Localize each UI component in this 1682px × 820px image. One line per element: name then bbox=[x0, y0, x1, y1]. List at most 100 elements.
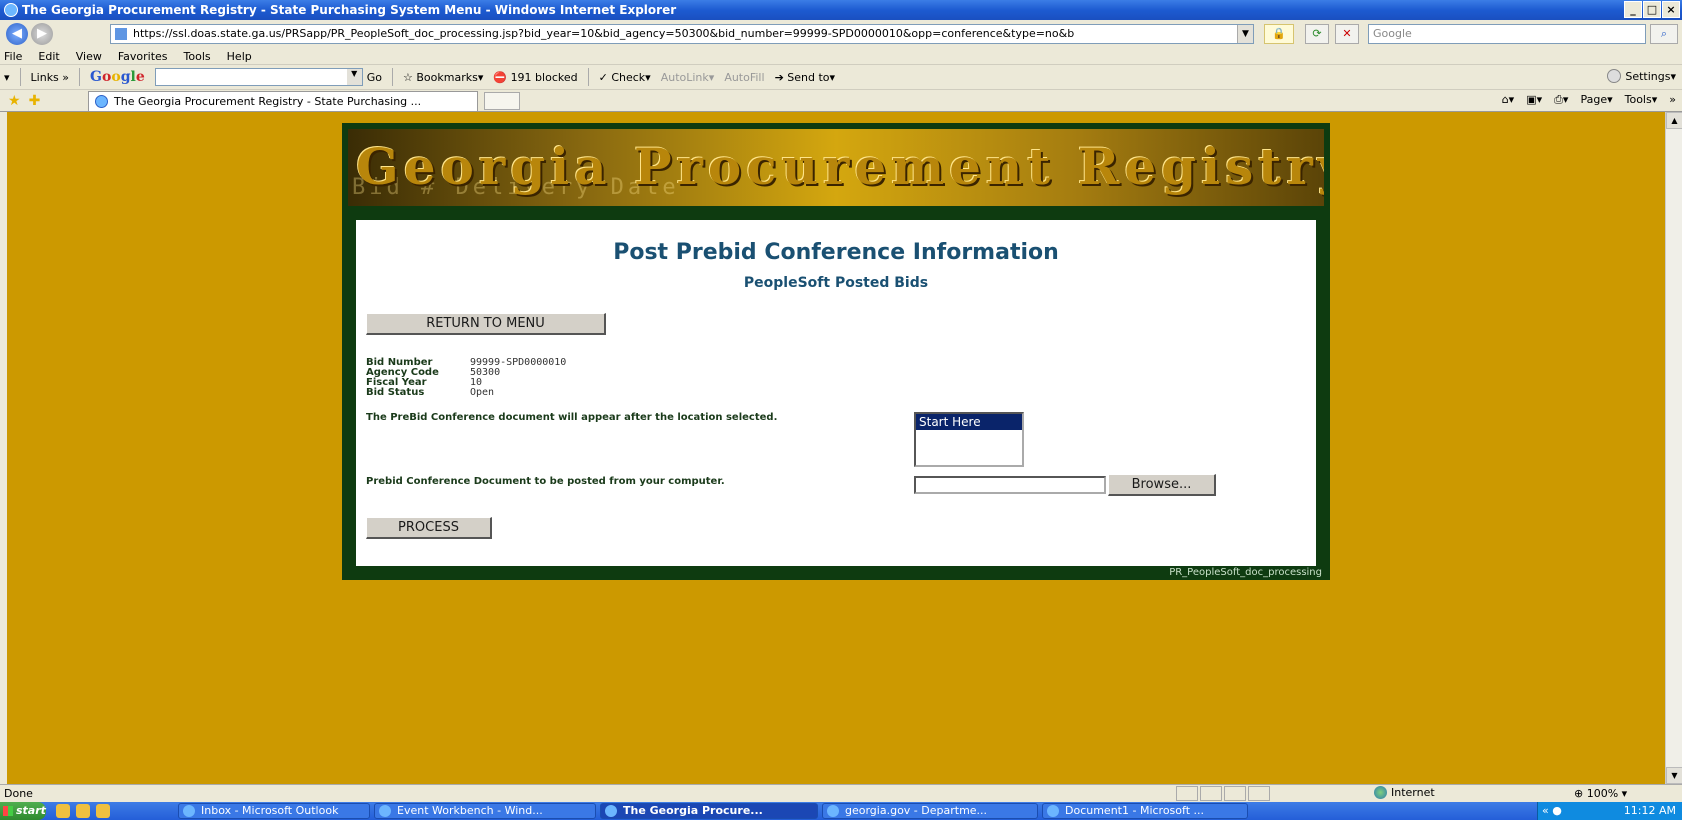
taskbar-item-outlook[interactable]: Inbox - Microsoft Outlook bbox=[178, 803, 370, 819]
page-title: Post Prebid Conference Information bbox=[613, 240, 1059, 265]
status-text: Done bbox=[4, 787, 33, 800]
close-button[interactable]: × bbox=[1662, 1, 1680, 18]
taskbar-item-georgia-procurement[interactable]: The Georgia Procure... bbox=[600, 803, 818, 819]
browser-icon[interactable] bbox=[96, 804, 110, 818]
window-title: The Georgia Procurement Registry - State… bbox=[22, 3, 677, 17]
quick-launch bbox=[56, 804, 110, 818]
process-button[interactable]: PROCESS bbox=[366, 517, 492, 539]
minimize-button[interactable]: _ bbox=[1624, 1, 1642, 18]
status-bar: Done Internet ⊕ 100% ▾ bbox=[0, 784, 1682, 802]
page-icon bbox=[115, 28, 127, 40]
forward-button[interactable]: ▶ bbox=[31, 23, 53, 45]
menu-bar: File Edit View Favorites Tools Help bbox=[0, 48, 1682, 65]
file-path-input[interactable] bbox=[914, 476, 1106, 494]
taskbar-item-event-workbench[interactable]: Event Workbench - Wind... bbox=[374, 803, 596, 819]
internet-explorer-icon bbox=[4, 3, 18, 17]
location-listbox[interactable]: Start Here bbox=[914, 412, 1024, 467]
back-button[interactable]: ◀ bbox=[6, 23, 28, 45]
address-row: ◀ ▶ https://ssl.doas.state.ga.us/PRSapp/… bbox=[0, 21, 1682, 47]
scroll-down-icon[interactable]: ▼ bbox=[1666, 767, 1682, 784]
refresh-button[interactable]: ⟳ bbox=[1305, 24, 1329, 44]
form-area: Post Prebid Conference Information Peopl… bbox=[356, 220, 1316, 566]
favorites-star-icon[interactable]: ★ bbox=[8, 93, 21, 109]
google-search-dropdown-icon[interactable]: ▼ bbox=[346, 69, 362, 85]
bid-status-row: Bid Status Open bbox=[366, 387, 495, 398]
taskbar-item-georgia-gov[interactable]: georgia.gov - Departme... bbox=[822, 803, 1038, 819]
browse-button[interactable]: Browse... bbox=[1108, 474, 1216, 496]
lock-icon[interactable]: 🔒 bbox=[1264, 24, 1294, 44]
chevron-right-icon[interactable]: » bbox=[1669, 93, 1676, 107]
window-controls: _ □ × bbox=[1624, 1, 1680, 18]
links-toolbar: ▾ Links » Google ▼ Go ☆ Bookmarks ▾ ⛔ 191… bbox=[0, 65, 1682, 90]
home-icon[interactable]: ⌂▾ bbox=[1502, 93, 1515, 107]
globe-icon bbox=[1374, 786, 1387, 799]
new-tab-button[interactable] bbox=[484, 92, 520, 110]
return-to-menu-button[interactable]: RETURN TO MENU bbox=[366, 313, 606, 335]
vertical-scrollbar[interactable]: ▲ ▼ bbox=[1665, 112, 1682, 784]
tools-menu[interactable]: Tools▾ bbox=[1625, 93, 1658, 107]
ie-task-icon bbox=[605, 805, 617, 817]
location-instruction: The PreBid Conference document will appe… bbox=[366, 412, 778, 423]
status-panes bbox=[1176, 786, 1272, 801]
taskbar-item-document1[interactable]: Document1 - Microsoft ... bbox=[1042, 803, 1248, 819]
scroll-up-icon[interactable]: ▲ bbox=[1666, 112, 1682, 129]
start-button[interactable]: start bbox=[0, 802, 46, 820]
popup-blocker-button[interactable]: ⛔ 191 blocked bbox=[493, 71, 577, 84]
autofill-button[interactable]: AutoFill bbox=[724, 71, 764, 84]
outlook-icon[interactable] bbox=[56, 804, 70, 818]
windows-taskbar: start Inbox - Microsoft Outlook Event Wo… bbox=[0, 802, 1682, 820]
search-input[interactable]: Google bbox=[1368, 24, 1646, 44]
menu-view[interactable]: View bbox=[76, 50, 102, 63]
content-panel: Post Prebid Conference Information Peopl… bbox=[342, 206, 1330, 580]
google-logo: Google bbox=[90, 69, 145, 85]
page-subtitle: PeopleSoft Posted Bids bbox=[743, 275, 929, 291]
print-icon[interactable]: ⎙▾ bbox=[1554, 93, 1568, 107]
ie-task-icon bbox=[379, 805, 391, 817]
upload-instruction: Prebid Conference Document to be posted … bbox=[366, 476, 725, 487]
zoom-level[interactable]: ⊕ 100% ▾ bbox=[1574, 787, 1627, 800]
menu-tools[interactable]: Tools bbox=[184, 50, 211, 63]
system-tray: « ● 11:12 AM bbox=[1537, 802, 1682, 820]
tab-row: ★ ✚ The Georgia Procurement Registry - S… bbox=[0, 90, 1682, 112]
ie-task-icon bbox=[827, 805, 839, 817]
registry-banner: Bid # Delivery Date Georgia Procurement … bbox=[342, 123, 1330, 206]
security-zone[interactable]: Internet bbox=[1374, 786, 1435, 799]
menu-help[interactable]: Help bbox=[227, 50, 252, 63]
command-bar: ⌂▾ ▣▾ ⎙▾ Page▾ Tools▾ » bbox=[1502, 93, 1676, 107]
settings-icon bbox=[1607, 69, 1622, 83]
address-bar[interactable]: https://ssl.doas.state.ga.us/PRSapp/PR_P… bbox=[110, 24, 1254, 44]
bookmarks-button[interactable]: ☆ Bookmarks ▾ bbox=[403, 71, 483, 84]
banner-title: Georgia Procurement Registry bbox=[356, 137, 1330, 196]
search-button[interactable]: ⌕ bbox=[1650, 24, 1678, 44]
settings-button[interactable]: Settings ▾ bbox=[1607, 69, 1676, 83]
word-task-icon bbox=[1047, 805, 1059, 817]
clock: 11:12 AM bbox=[1623, 804, 1676, 817]
location-option-start-here[interactable]: Start Here bbox=[916, 414, 1022, 430]
tab-page-icon bbox=[95, 95, 108, 108]
desktop-icon[interactable] bbox=[76, 804, 90, 818]
menu-edit[interactable]: Edit bbox=[38, 50, 59, 63]
windows-logo-icon bbox=[3, 806, 13, 816]
go-button[interactable]: Go bbox=[367, 71, 382, 84]
tray-app-icon[interactable]: ● bbox=[1552, 804, 1562, 817]
maximize-button[interactable]: □ bbox=[1643, 1, 1661, 18]
window-title-bar[interactable]: The Georgia Procurement Registry - State… bbox=[0, 0, 1682, 20]
page-menu[interactable]: Page▾ bbox=[1580, 93, 1612, 107]
page-id-label: PR_PeopleSoft_doc_processing bbox=[1169, 567, 1322, 578]
send-to-button[interactable]: ➔ Send to ▾ bbox=[775, 71, 836, 84]
tray-expand-icon[interactable]: « bbox=[1542, 804, 1549, 817]
add-favorites-icon[interactable]: ✚ bbox=[29, 93, 41, 109]
feeds-icon[interactable]: ▣▾ bbox=[1526, 93, 1542, 107]
menu-favorites[interactable]: Favorites bbox=[118, 50, 168, 63]
menu-file[interactable]: File bbox=[4, 50, 22, 63]
address-dropdown-icon[interactable]: ▼ bbox=[1237, 25, 1253, 43]
links-button[interactable]: Links » bbox=[31, 71, 70, 84]
stop-button[interactable]: ✕ bbox=[1335, 24, 1359, 44]
autolink-button[interactable]: AutoLink ▾ bbox=[661, 71, 715, 84]
bid-info: Bid Number 99999-SPD0000010 Agency Code … bbox=[366, 358, 566, 398]
address-url: https://ssl.doas.state.ga.us/PRSapp/PR_P… bbox=[133, 27, 1075, 40]
toolbar-menu-icon[interactable]: ▾ bbox=[4, 71, 10, 84]
tab-georgia-procurement[interactable]: The Georgia Procurement Registry - State… bbox=[88, 91, 478, 111]
spell-check-button[interactable]: ✓ Check ▾ bbox=[599, 71, 651, 84]
google-search-input[interactable]: ▼ bbox=[154, 68, 363, 86]
